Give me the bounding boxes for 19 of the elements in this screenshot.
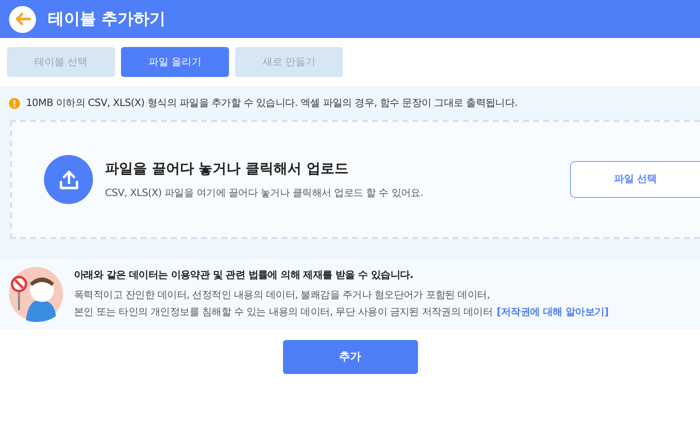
tab[interactable]: 파일 올리기 <box>121 47 229 77</box>
copyright-link[interactable]: [저작권에 대해 알아보기] <box>496 304 609 320</box>
back-button[interactable] <box>9 6 36 32</box>
warning-text: 본인 또는 타인의 개인정보를 침해할 수 있는 내용의 데이터, 무단 사용이 금지된 저작권의 데이터 <box>74 306 493 320</box>
page-title: 테이블 추가하기 <box>48 8 166 30</box>
mascot-drawing <box>8 266 64 322</box>
add-button[interactable]: 추가 <box>282 340 418 374</box>
drop-zone-title: 파일을 끌어다 놓거나 클릭해서 업로드 <box>105 160 350 178</box>
warning-text: 폭력적이고 잔인한 데이터, 선정적인 내용의 데이터, 불쾌감을 주거나 혐오단어가 포함된 데이터, <box>74 288 490 302</box>
drop-zone-subtitle: CSV, XLS(X) 파일을 여기에 끌어다 놓거나 클릭해서 업로드 할 수 있어요. <box>105 186 424 200</box>
notice-text: 10MB 이하의 CSV, XLS(X) 형식의 파일을 추가할 수 있습니다. 엑셀 파일의 경우, 함수 문장이 그대로 출력됩니다. <box>26 96 518 110</box>
warning-icon <box>9 98 20 108</box>
arrow-left-icon <box>14 12 30 26</box>
warning-title: 아래와 같은 데이터는 이용약관 및 관련 법률에 의해 제재를 받을 수 있습니다. <box>74 268 414 282</box>
tab[interactable]: 새로 만들기 <box>235 47 343 77</box>
tab[interactable]: 테이블 선택 <box>7 47 115 77</box>
choose-file-button[interactable]: 파일 선택 <box>570 161 700 198</box>
drop-zone[interactable]: 파일을 끌어다 놓거나 클릭해서 업로드 CSV, XLS(X) 파일을 여기에 끌어다 놓거나 클릭해서 업로드 할 수 있어요. 파일 선택 <box>10 120 700 239</box>
upload-icon <box>44 155 93 204</box>
